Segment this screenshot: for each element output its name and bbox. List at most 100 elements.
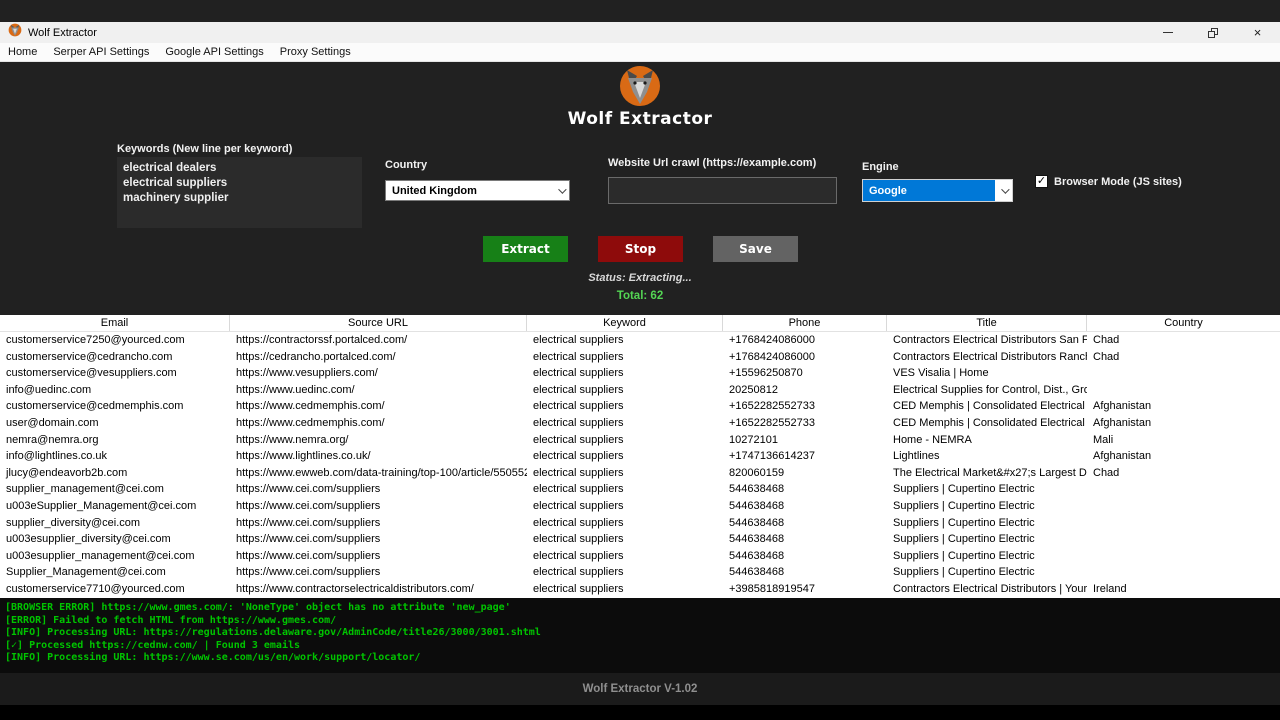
table-row[interactable]: u003eSupplier_Management@cei.com https://…	[0, 498, 1280, 515]
url-crawl-input[interactable]	[608, 177, 837, 204]
save-button[interactable]: Save	[713, 236, 798, 262]
menu-item-home[interactable]: Home	[8, 46, 37, 58]
table-cell: electrical suppliers	[533, 400, 624, 413]
table-cell: user@domain.com	[6, 416, 99, 429]
table-cell: Electrical Supplies for Control, Dist., …	[893, 383, 1087, 396]
table-cell: electrical suppliers	[533, 466, 624, 479]
table-cell	[1087, 382, 1280, 399]
close-button[interactable]: ×	[1235, 22, 1280, 43]
column-header-title[interactable]: Title	[887, 315, 1087, 331]
browser-mode-label: Browser Mode (JS sites)	[1054, 175, 1182, 188]
table-body: customerservice7250@yourced.com https://c…	[0, 332, 1280, 598]
table-row[interactable]: Supplier_Management@cei.com https://www.c…	[0, 564, 1280, 581]
table-cell: Chad	[1093, 334, 1120, 346]
table-cell: customerservice@vesuppliers.com	[6, 367, 177, 380]
table-cell	[1087, 548, 1280, 565]
table-cell: Afghanistan	[1093, 400, 1152, 413]
table-cell: u003esupplier_management@cei.com	[6, 549, 195, 562]
total-count: Total: 62	[616, 290, 664, 302]
table-cell: https://www.cei.com/suppliers	[236, 499, 381, 512]
keywords-input[interactable]: electrical dealers electrical suppliers …	[117, 157, 362, 228]
table-row[interactable]: u003esupplier_diversity@cei.com https://w…	[0, 531, 1280, 548]
table-cell: +1768424086000	[729, 334, 815, 346]
restore-button[interactable]	[1190, 22, 1235, 43]
table-cell	[1087, 498, 1280, 515]
desktop-strip-bottom	[0, 705, 1280, 720]
column-header-email[interactable]: Email	[0, 315, 230, 331]
table-cell: Suppliers | Cupertino Electric	[893, 533, 1035, 546]
menu-item-proxy-settings[interactable]: Proxy Settings	[280, 46, 351, 58]
table-cell: +3985818919547	[729, 582, 815, 595]
table-row[interactable]: user@domain.com https://www.cedmemphis.co…	[0, 415, 1280, 432]
log-line: [✓] Processed https://cednw.com/ | Found…	[5, 639, 301, 651]
table-cell: Ireland	[1093, 582, 1127, 595]
table-cell: info@lightlines.co.uk	[6, 450, 108, 463]
table-cell: https://www.cei.com/suppliers	[236, 516, 381, 529]
chevron-down-icon	[995, 180, 1012, 201]
table-cell: electrical suppliers	[533, 416, 624, 429]
table-row[interactable]: supplier_diversity@cei.com https://www.ce…	[0, 515, 1280, 532]
table-cell: electrical suppliers	[533, 483, 624, 496]
table-row[interactable]: info@lightlines.co.uk https://www.lightli…	[0, 448, 1280, 465]
minimize-button[interactable]	[1145, 22, 1190, 43]
table-cell: Suppliers | Cupertino Electric	[893, 566, 1035, 579]
table-row[interactable]: customerservice@cedrancho.com https://ced…	[0, 349, 1280, 366]
log-line: [BROWSER ERROR] https://www.gmes.com/: '…	[5, 602, 511, 613]
log-console[interactable]: [BROWSER ERROR] https://www.gmes.com/: '…	[0, 598, 1280, 673]
table-cell: 544638468	[729, 483, 785, 496]
menu-item-google-api-settings[interactable]: Google API Settings	[165, 46, 263, 58]
table-cell: nemra@nemra.org	[6, 433, 99, 446]
table-cell: https://www.cei.com/suppliers	[236, 566, 381, 579]
browser-mode-checkbox[interactable]: ✓	[1035, 175, 1048, 188]
table-cell: Contractors Electrical Distributors San …	[893, 334, 1087, 346]
column-header-country[interactable]: Country	[1087, 315, 1280, 331]
menu-item-serper-api-settings[interactable]: Serper API Settings	[53, 46, 149, 58]
table-row[interactable]: customerservice@vesuppliers.com https://w…	[0, 365, 1280, 382]
table-cell: 820060159	[729, 466, 785, 479]
table-row[interactable]: supplier_management@cei.com https://www.c…	[0, 481, 1280, 498]
footer-bar: Wolf Extractor V-1.02	[0, 673, 1280, 705]
table-row[interactable]: nemra@nemra.org https://www.nemra.org/ele…	[0, 432, 1280, 449]
table-row[interactable]: info@uedinc.com https://www.uedinc.com/el…	[0, 382, 1280, 399]
app-title-heading: Wolf Extractor	[567, 109, 713, 129]
table-cell: Contractors Electrical Distributors Ranc…	[893, 350, 1087, 363]
table-cell: u003eSupplier_Management@cei.com	[6, 499, 197, 512]
table-cell: CED Memphis | Consolidated Electrical Di…	[893, 400, 1087, 413]
table-cell: supplier_diversity@cei.com	[6, 516, 141, 529]
table-cell: 544638468	[729, 533, 785, 546]
table-cell: +1652282552733	[729, 416, 815, 429]
table-cell: +1652282552733	[729, 400, 815, 413]
table-cell: customerservice@cedmemphis.com	[6, 400, 184, 413]
table-cell: u003esupplier_diversity@cei.com	[6, 533, 171, 546]
table-row[interactable]: jlucy@endeavorb2b.com https://www.ewweb.c…	[0, 465, 1280, 482]
table-cell: https://contractorssf.portalced.com/	[236, 334, 408, 346]
table-row[interactable]: customerservice@cedmemphis.com https://ww…	[0, 398, 1280, 415]
engine-select[interactable]: Google	[862, 179, 1013, 202]
column-header-source-url[interactable]: Source URL	[230, 315, 527, 331]
table-row[interactable]: customerservice7250@yourced.com https://c…	[0, 332, 1280, 349]
table-cell: Suppliers | Cupertino Electric	[893, 549, 1035, 562]
stop-button[interactable]: Stop	[598, 236, 683, 262]
table-row[interactable]: u003esupplier_management@cei.com https://…	[0, 548, 1280, 565]
column-header-phone[interactable]: Phone	[723, 315, 887, 331]
table-cell: https://www.cei.com/suppliers	[236, 483, 381, 496]
table-row[interactable]: customerservice7710@yourced.com https://w…	[0, 581, 1280, 598]
table-cell: electrical suppliers	[533, 499, 624, 512]
restore-icon	[1207, 27, 1218, 38]
version-text: Wolf Extractor V-1.02	[582, 683, 698, 695]
country-label: Country	[385, 159, 428, 171]
table-cell: jlucy@endeavorb2b.com	[6, 466, 128, 479]
table-cell: +1768424086000	[729, 350, 815, 363]
extract-button[interactable]: Extract	[483, 236, 568, 262]
table-cell: Suppliers | Cupertino Electric	[893, 483, 1035, 496]
table-cell: https://www.ewweb.com/data-training/top-…	[236, 466, 527, 479]
app-window: Wolf Extractor × Home Serper API Setting…	[0, 0, 1280, 720]
table-cell: +15596250870	[729, 367, 803, 380]
table-cell: https://www.cei.com/suppliers	[236, 549, 381, 562]
column-header-keyword[interactable]: Keyword	[527, 315, 723, 331]
table-cell: Mali	[1093, 433, 1114, 446]
browser-mode-row: ✓ Browser Mode (JS sites)	[1035, 175, 1182, 188]
country-select[interactable]: United Kingdom	[385, 180, 570, 201]
table-cell: CED Memphis | Consolidated Electrical Di…	[893, 416, 1087, 429]
log-line: [ERROR] Failed to fetch HTML from https:…	[5, 614, 337, 626]
